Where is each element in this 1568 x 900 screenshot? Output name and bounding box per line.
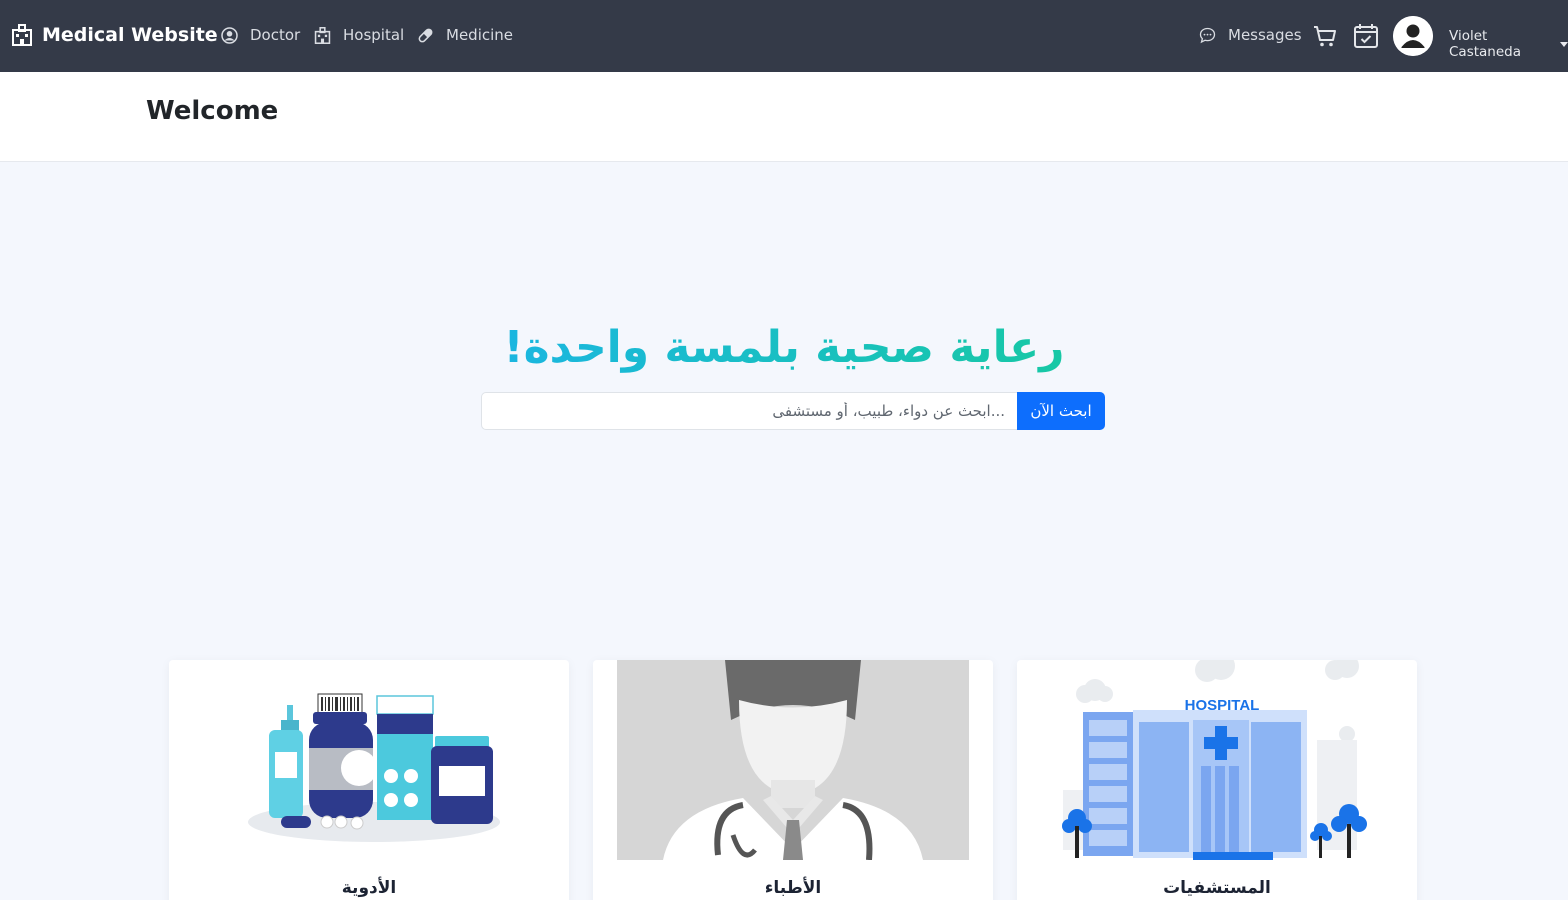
medicine-bottles-illustration [248,693,500,842]
card-medicine-label: الأدوية [341,878,397,898]
search-bar: ابحث الآن [481,392,1105,430]
cart-icon [1314,26,1336,47]
card-medicine[interactable]: الأدوية [169,660,569,900]
user-avatar-icon [1393,16,1433,56]
search-input[interactable] [481,392,1017,430]
brand-name: Medical Website [42,24,218,46]
card-doctors-label: الأطباء [764,878,822,898]
page-header: Welcome [0,72,1568,162]
nav-hospital-label: Hospital [343,26,405,44]
nav-medicine-label: Medicine [446,26,514,44]
nav-messages-label: Messages [1228,26,1302,44]
doctor-illustration [617,660,969,860]
avatar[interactable] [1393,16,1433,56]
brand-link[interactable]: Medical Website [11,24,218,46]
user-name: Violet Castaneda [1449,28,1522,60]
search-button[interactable]: ابحث الآن [1017,392,1105,430]
hospital-building-illustration: HOSPITAL [1047,660,1387,860]
top-navbar: Medical Website Doctor Hospital Medicine [0,0,1568,72]
nav-doctor[interactable]: Doctor [221,26,300,44]
page-title: Welcome [146,96,279,126]
nav-messages[interactable]: Messages [1199,26,1302,44]
hero-title: رعاية صحية بلمسة واحدة! [0,322,1568,373]
hospital-icon [314,26,331,44]
card-hospitals[interactable]: HOSPITAL المستشفيات [1017,660,1417,900]
nav-doctor-label: Doctor [250,26,301,44]
user-menu-toggle[interactable]: Violet Castaneda [1449,28,1568,60]
card-hospitals-label: المستشفيات [1163,878,1271,898]
nav-hospital[interactable]: Hospital [314,26,404,44]
caret-down-icon [1560,41,1568,47]
calendar-check-icon [1354,24,1378,48]
user-circle-icon [221,26,238,44]
appointments-button[interactable] [1353,23,1379,53]
svg-text:HOSPITAL: HOSPITAL [1185,697,1260,714]
pill-icon [418,28,433,42]
hero-title-text: رعاية صحية بلمسة واحدة! [503,322,1065,373]
hospital-icon [12,24,32,46]
cart-button[interactable] [1312,23,1338,53]
chat-icon [1199,27,1216,43]
nav-medicine[interactable]: Medicine [417,26,513,44]
card-doctors[interactable]: الأطباء [593,660,993,900]
